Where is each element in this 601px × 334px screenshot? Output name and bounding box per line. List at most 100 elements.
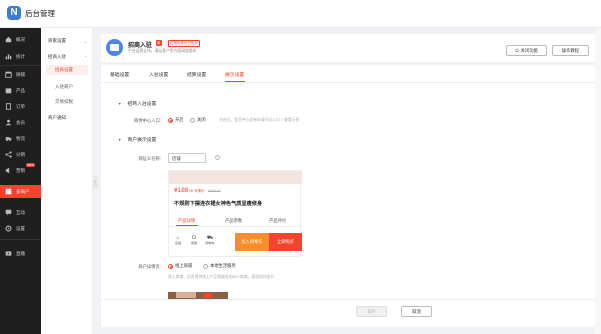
subnav-group-recruitment[interactable]: 招商入驻 ⌃ xyxy=(48,54,87,60)
preview-tab-params: 产品参数 xyxy=(225,218,243,223)
app-header-card: 招商入驻 新 应用标准价已购买 平台运营全场，满足客户多方面网络需求 ⏻ 关闭功… xyxy=(101,34,595,62)
preview-tab-detail: 产品详情 xyxy=(178,218,196,223)
sidebar-item-label: 概况 xyxy=(16,36,25,42)
sidebar-item-label: 分销 xyxy=(16,151,25,157)
settings-panel: 基础设置 入驻设置 结算设置 展示设置 ▼ 招商入驻设置 商供中心入口: 开启 关… xyxy=(101,65,595,327)
sidebar-item-interact[interactable]: 互动 xyxy=(0,206,41,219)
subnav-group-label: 商户通知 xyxy=(48,115,66,120)
home-icon xyxy=(5,36,12,43)
active-tab-indicator xyxy=(225,81,245,83)
section-title-text: 招商入驻设置 xyxy=(127,102,157,107)
help-icon[interactable]: ? xyxy=(215,155,220,160)
subnav-item-merchants[interactable]: 入驻商户 xyxy=(46,82,88,92)
new-tag: 新 xyxy=(156,40,162,46)
logo-icon: N xyxy=(7,6,21,20)
live-icon xyxy=(5,250,12,257)
member-icon xyxy=(5,119,12,126)
subnav-group-label: 招商入驻 xyxy=(48,54,66,59)
store-icon: ⌂ 店铺 xyxy=(172,235,184,245)
sidebar-item-live[interactable]: 直播 xyxy=(0,247,41,260)
product-preview: ¥188.00 专享价 ¥288.00 不规则下摆连衣裙女神色气质显瘦修身 产品… xyxy=(168,170,302,257)
chat-icon xyxy=(5,209,12,216)
chart-icon xyxy=(5,53,12,60)
tab-entry[interactable]: 入驻设置 xyxy=(149,71,168,78)
subnav-group-label: 商家设置 xyxy=(48,38,66,43)
tab-bar: 基础设置 入驻设置 结算设置 展示设置 xyxy=(101,65,595,83)
subnav-group-merchant-settings[interactable]: 商家设置 ⌄ xyxy=(48,38,87,44)
tab-settlement[interactable]: 结算设置 xyxy=(187,71,206,78)
sidebar-item-stats[interactable]: 统计 xyxy=(0,50,41,63)
radio-unchecked-icon xyxy=(203,263,208,269)
purchase-status-badge: 应用标准价已购买 xyxy=(168,40,200,47)
sidebar-item-order[interactable]: 订单 xyxy=(0,100,41,113)
tutorial-button[interactable]: 操作教程 xyxy=(552,45,589,56)
store-icon xyxy=(5,71,12,78)
radio-entry-on[interactable]: 开启 xyxy=(168,117,184,123)
sidebar-item-logistics[interactable]: 物流 xyxy=(0,132,41,145)
sidebar-item-marketing[interactable]: 营销 NEW xyxy=(0,163,41,177)
save-button[interactable]: 保存 xyxy=(356,306,387,317)
sidebar-item-label: 物流 xyxy=(16,135,25,141)
truck-icon xyxy=(5,135,12,142)
subnav-item-recruit-settings[interactable]: 招商设置 xyxy=(46,65,88,75)
radio-label: 线上商铺 xyxy=(175,263,193,268)
caret-down-icon: ▼ xyxy=(118,138,122,142)
sidebar-item-label: 统计 xyxy=(16,53,25,59)
radio-label: 开启 xyxy=(175,117,184,122)
sidebar-item-multi-merchant[interactable]: 多商户 xyxy=(0,185,41,198)
alias-input[interactable]: 店铺 xyxy=(168,153,206,163)
app-icon xyxy=(106,39,123,56)
tab-display[interactable]: 展示设置 xyxy=(225,71,244,78)
radio-online-store[interactable]: 线上商铺 xyxy=(168,263,192,269)
sidebar-item-product[interactable]: 产品 xyxy=(0,84,41,97)
sidebar-item-member[interactable]: 会员 xyxy=(0,116,41,129)
sidebar: 概况 统计 微铺 产品 订单 会员 物流 分销 营销 NEW 多商户 互动 设置… xyxy=(0,28,41,334)
sidebar-item-overview[interactable]: 概况 xyxy=(0,33,41,46)
page-description: 平台运营全场，满足客户多方面网络需求 xyxy=(128,49,197,53)
chevron-up-icon: ⌃ xyxy=(84,55,88,60)
footer-bar: 保存 取消 xyxy=(101,299,595,321)
radio-entry-off[interactable]: 关闭 xyxy=(190,117,206,123)
detail-page-hint: 线上商铺，适合提供线上产品和服务的B2C商城，表现如何部分 xyxy=(168,275,275,279)
sidebar-item-settings[interactable]: 设置 xyxy=(0,222,41,235)
shop-icon xyxy=(5,188,12,195)
icon-label: 购物车 xyxy=(205,241,215,245)
price-main: ¥188 xyxy=(174,187,189,194)
section-title-display: ▼ 商户展示设置 xyxy=(118,136,156,143)
preview-image xyxy=(169,171,302,184)
sidebar-item-store[interactable]: 微铺 xyxy=(0,68,41,81)
icon-label: 店铺 xyxy=(174,241,181,245)
sidebar-item-label: 产品 xyxy=(16,87,25,93)
sidebar-item-label: 营销 xyxy=(16,167,25,173)
preview-action-bar: ⌂ 店铺 ☊ 客服 ⛟ 购物车 加入购物车 立即购买 xyxy=(169,233,302,251)
cancel-button[interactable]: 取消 xyxy=(401,306,432,317)
preview-tab-indicator xyxy=(176,225,198,226)
page-title: 招商入驻 xyxy=(128,43,153,49)
subnav-group-notice[interactable]: 商户通知 xyxy=(48,115,66,121)
section-title-text: 商户展示设置 xyxy=(127,138,157,143)
divider xyxy=(0,65,41,66)
price-decimal: .00 专享价 xyxy=(188,189,205,193)
close-feature-button[interactable]: ⏻ 关闭功能 xyxy=(506,45,547,56)
collapse-sidebar-button[interactable]: ‹ xyxy=(93,176,98,188)
sidebar-item-label: 会员 xyxy=(16,119,25,125)
preview-product-name: 不规则下摆连衣裙女神色气质显瘦修身 xyxy=(174,201,263,207)
subnav-item-tax[interactable]: 交易扣税 xyxy=(46,97,88,107)
scrollbar[interactable] xyxy=(595,28,601,334)
radio-checked-icon xyxy=(168,263,173,269)
sidebar-item-label: 订单 xyxy=(16,103,25,109)
detail-page-label: 商户详情页: xyxy=(138,264,161,269)
sub-navigation: 商家设置 ⌄ 招商入驻 ⌃ 招商设置 入驻商户 交易扣税 商户通知 xyxy=(41,28,93,334)
entry-hint: 开启后，会员中心会有申请开店入口 □ 查看示例 xyxy=(219,118,300,122)
entry-label: 商供中心入口: xyxy=(134,118,161,123)
radio-label: 关闭 xyxy=(197,117,206,122)
radio-local-service[interactable]: 本地生活服务 xyxy=(203,263,236,269)
cart-icon: ⛟ 购物车 xyxy=(204,235,216,245)
sidebar-item-label: 设置 xyxy=(16,225,25,231)
sidebar-item-distribution[interactable]: 分销 xyxy=(0,148,41,161)
radio-checked-icon xyxy=(168,117,173,123)
tab-basic[interactable]: 基础设置 xyxy=(110,71,129,78)
section-title-recruit: ▼ 招商入驻设置 xyxy=(118,100,156,107)
sidebar-item-label: 微铺 xyxy=(16,71,25,77)
caret-down-icon: ▼ xyxy=(118,102,122,106)
